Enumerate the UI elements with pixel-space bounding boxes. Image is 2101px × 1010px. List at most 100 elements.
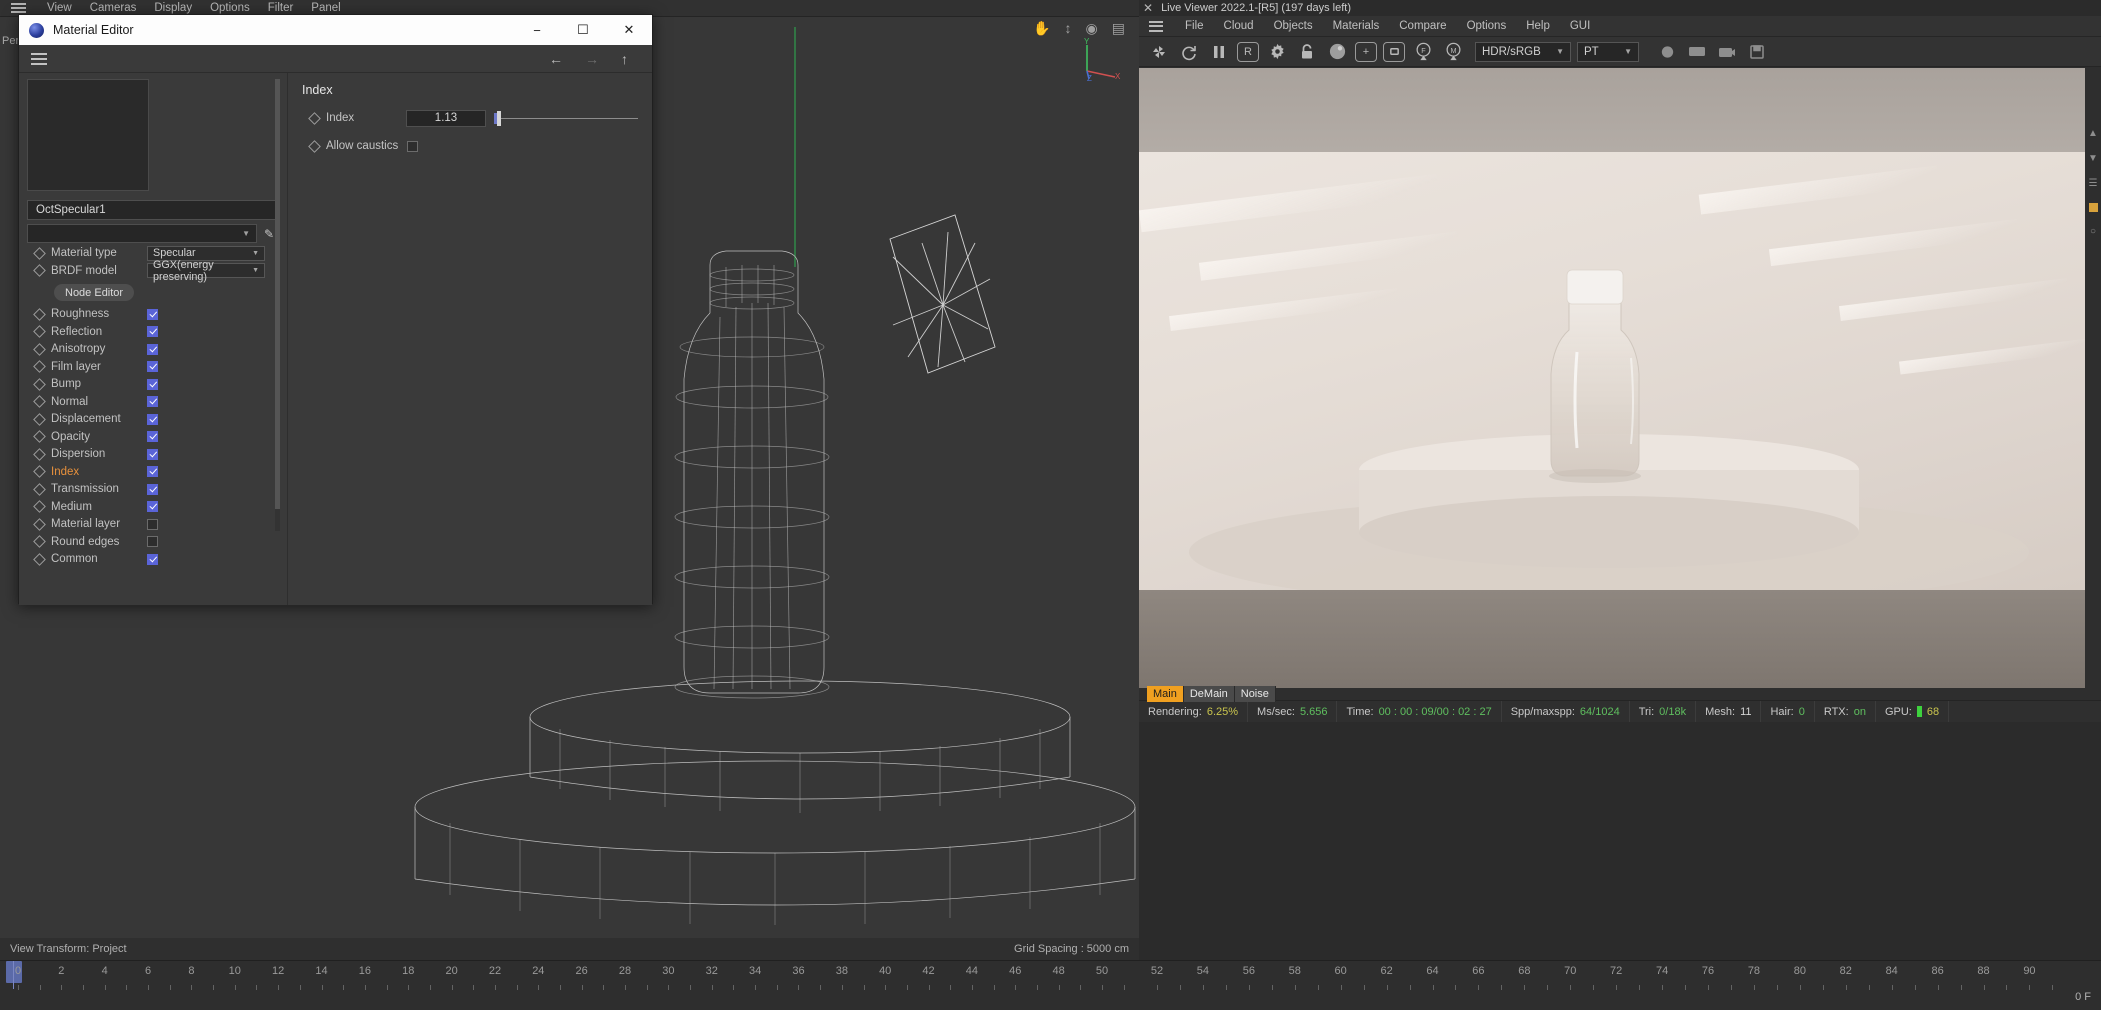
color-space-select[interactable]: HDR/sRGB ▼ bbox=[1475, 41, 1571, 62]
add-region-icon[interactable]: + bbox=[1355, 41, 1377, 62]
animate-diamond-icon[interactable] bbox=[308, 139, 321, 153]
lv-menu-compare[interactable]: Compare bbox=[1389, 20, 1456, 32]
lv-menu-materials[interactable]: Materials bbox=[1323, 20, 1390, 32]
restart-render-icon[interactable] bbox=[1147, 40, 1171, 64]
lock-icon[interactable] bbox=[1295, 40, 1319, 64]
channel-checkbox[interactable] bbox=[147, 448, 158, 460]
channel-checkbox[interactable] bbox=[147, 466, 158, 477]
animate-diamond-icon[interactable] bbox=[33, 517, 46, 531]
animate-diamond-icon[interactable] bbox=[33, 246, 46, 260]
allow-caustics-checkbox[interactable] bbox=[407, 140, 419, 152]
nav-forward-icon[interactable]: → bbox=[585, 51, 599, 67]
material-name-field[interactable]: OctSpecular1 bbox=[27, 200, 277, 220]
hamburger-menu-icon[interactable] bbox=[31, 52, 47, 65]
channel-row-medium[interactable]: Medium bbox=[27, 499, 287, 514]
channel-checkbox[interactable] bbox=[147, 501, 158, 512]
index-value-row[interactable]: Index 1.13 bbox=[302, 109, 638, 127]
channel-checkbox[interactable] bbox=[147, 326, 158, 337]
channel-checkbox[interactable] bbox=[147, 343, 158, 355]
live-viewer-timeline[interactable]: 52 54 56 58 60 62 64 66 68 70 72 74 76 78 80 82 84 86 88 90… bbox=[1139, 960, 2101, 1010]
channel-checkbox[interactable] bbox=[147, 518, 158, 530]
material-picker-icon[interactable]: M bbox=[1441, 40, 1465, 64]
camera-icon[interactable] bbox=[1715, 40, 1739, 64]
index-slider[interactable] bbox=[494, 110, 638, 127]
lv-menu-file[interactable]: File bbox=[1175, 20, 1214, 32]
kernel-select[interactable]: PT ▼ bbox=[1577, 41, 1639, 62]
channel-row-transmission[interactable]: Transmission bbox=[27, 482, 287, 497]
animate-diamond-icon[interactable] bbox=[33, 482, 46, 496]
pause-icon[interactable] bbox=[1207, 40, 1231, 64]
refresh-icon[interactable] bbox=[1177, 40, 1201, 64]
hamburger-menu-icon[interactable] bbox=[6, 3, 30, 13]
lv-menu-gui[interactable]: GUI bbox=[1560, 20, 1600, 32]
chevron-up-icon[interactable]: ▲ bbox=[2088, 128, 2098, 139]
allow-caustics-row[interactable]: Allow caustics bbox=[302, 137, 638, 155]
animate-diamond-icon[interactable] bbox=[33, 447, 46, 461]
channel-checkbox[interactable] bbox=[147, 536, 158, 547]
index-value-input[interactable]: 1.13 bbox=[406, 109, 486, 127]
hamburger-menu-icon[interactable] bbox=[1149, 20, 1163, 32]
render-output-image[interactable] bbox=[1139, 68, 2101, 688]
chevron-down-icon[interactable]: ▼ bbox=[1624, 47, 1632, 56]
animate-diamond-icon[interactable] bbox=[33, 377, 46, 391]
channel-row-anisotropy[interactable]: Anisotropy bbox=[27, 342, 287, 357]
chevron-down-icon[interactable]: ▼ bbox=[1556, 47, 1564, 56]
channel-checkbox[interactable] bbox=[147, 483, 158, 495]
animate-diamond-icon[interactable] bbox=[33, 325, 46, 338]
channel-checkbox[interactable] bbox=[147, 413, 158, 425]
chevron-down-icon[interactable]: ▼ bbox=[2088, 153, 2098, 164]
info-icon[interactable]: ○ bbox=[2090, 226, 2096, 237]
animate-diamond-icon[interactable] bbox=[33, 465, 46, 478]
close-icon[interactable]: ✕ bbox=[1143, 1, 1153, 15]
animate-diamond-icon[interactable] bbox=[33, 535, 46, 548]
render-passes-icon[interactable] bbox=[1655, 40, 1679, 64]
channel-row-opacity[interactable]: Opacity bbox=[27, 429, 287, 444]
channel-row-reflection[interactable]: Reflection bbox=[27, 324, 287, 339]
tab-main[interactable]: Main bbox=[1147, 686, 1184, 702]
close-button[interactable]: ✕ bbox=[606, 15, 652, 45]
timeline[interactable]: 0 2 4 6 8 10 12 14 16 18 20 22 24 26 28 30 32 34 36 38 40 42 4… bbox=[0, 960, 1139, 1010]
animate-diamond-icon[interactable] bbox=[33, 264, 46, 277]
maximize-button[interactable]: ☐ bbox=[560, 15, 606, 45]
lv-menu-options[interactable]: Options bbox=[1457, 20, 1517, 32]
chevron-down-icon[interactable]: ▼ bbox=[252, 267, 259, 274]
tab-noise[interactable]: Noise bbox=[1234, 686, 1276, 702]
film-icon[interactable] bbox=[1685, 40, 1709, 64]
live-viewer-window[interactable]: ✕ Live Viewer 2022.1-[R5] (197 days left… bbox=[1139, 0, 2101, 1010]
layers-icon[interactable]: ☰ bbox=[2089, 178, 2098, 189]
material-search-field[interactable]: ▼ bbox=[27, 224, 257, 243]
minimize-button[interactable]: − bbox=[514, 15, 560, 45]
channel-checkbox[interactable] bbox=[147, 378, 158, 390]
animate-diamond-icon[interactable] bbox=[33, 430, 46, 443]
channel-row-common[interactable]: Common bbox=[27, 552, 287, 567]
channel-row-material-layer[interactable]: Material layer bbox=[27, 517, 287, 532]
subtract-region-icon[interactable] bbox=[1383, 41, 1405, 62]
node-editor-button[interactable]: Node Editor bbox=[54, 284, 135, 301]
animate-diamond-icon[interactable] bbox=[33, 342, 46, 356]
region-render-icon[interactable]: R bbox=[1237, 41, 1259, 62]
animate-diamond-icon[interactable] bbox=[33, 307, 46, 321]
channel-row-normal[interactable]: Normal bbox=[27, 394, 287, 409]
nav-back-icon[interactable]: ← bbox=[549, 51, 563, 67]
channel-checkbox[interactable] bbox=[147, 396, 158, 407]
settings-gear-icon[interactable] bbox=[1265, 40, 1289, 64]
channel-checkbox[interactable] bbox=[147, 308, 158, 320]
properties-scrollbar[interactable] bbox=[275, 79, 280, 531]
lv-menu-objects[interactable]: Objects bbox=[1264, 20, 1323, 32]
animate-diamond-icon[interactable] bbox=[308, 111, 321, 125]
channel-row-displacement[interactable]: Displacement bbox=[27, 412, 287, 427]
channel-row-roughness[interactable]: Roughness bbox=[27, 307, 287, 322]
animate-diamond-icon[interactable] bbox=[33, 552, 46, 566]
animate-diamond-icon[interactable] bbox=[33, 412, 46, 426]
sphere-icon[interactable] bbox=[1325, 40, 1349, 64]
material-editor-titlebar[interactable]: Material Editor − ☐ ✕ bbox=[19, 15, 652, 45]
animate-diamond-icon[interactable] bbox=[33, 360, 46, 373]
channel-checkbox[interactable] bbox=[147, 431, 158, 442]
material-preview-thumbnail[interactable] bbox=[27, 79, 149, 191]
tab-demain[interactable]: DeMain bbox=[1183, 686, 1235, 702]
brdf-model-select[interactable]: GGX(energy preserving) ▼ bbox=[147, 259, 265, 283]
channel-row-dispersion[interactable]: Dispersion bbox=[27, 447, 287, 462]
channel-row-film-layer[interactable]: Film layer bbox=[27, 359, 287, 374]
animate-diamond-icon[interactable] bbox=[33, 500, 46, 513]
nav-up-icon[interactable]: ↑ bbox=[621, 51, 628, 67]
